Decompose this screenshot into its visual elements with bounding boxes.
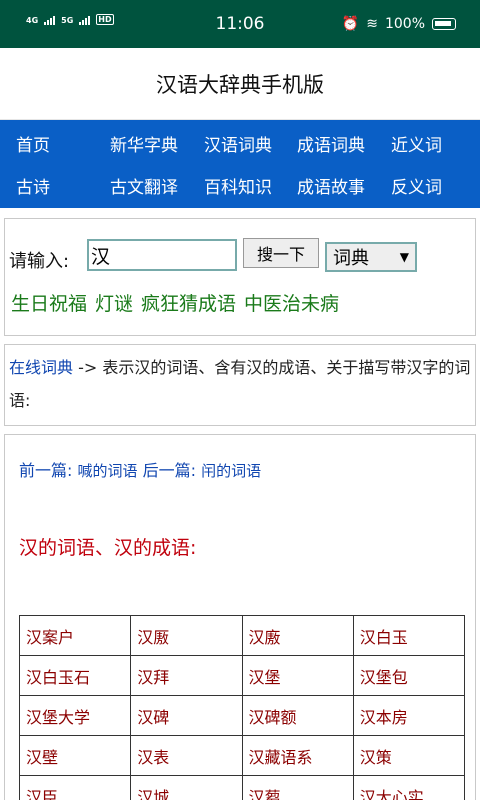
search-button[interactable]: 搜一下 <box>243 238 319 268</box>
content-panel: 前一篇: 喊的词语 后一篇: 闬的词语 汉的词语、汉的成语: 汉案户 汉厫 汉廒… <box>4 434 476 800</box>
quick-links: 生日祝福 灯谜 疯狂猜成语 中医治未病 <box>11 289 339 316</box>
info-text: -> 表示汉的词语、含有汉的成语、关于描写带汉字的词语: <box>9 358 471 410</box>
prev-label: 前一篇: <box>19 461 73 480</box>
battery-percent: 100% <box>384 16 425 32</box>
word-cell[interactable]: 汉臣 <box>18 775 132 800</box>
nav-poems[interactable]: 古诗 <box>16 173 50 198</box>
quick-link-birthday-wishes[interactable]: 生日祝福 <box>11 289 87 316</box>
word-cell[interactable]: 汉碑额 <box>241 695 354 736</box>
status-bar: 4G 5G HD 11:06 ⏰ ≋ 100% <box>0 0 480 48</box>
nav-row-1: 首页 新华字典 汉语词典 成语词典 近义词 <box>0 122 480 164</box>
word-cell[interactable]: 汉碑 <box>130 695 243 736</box>
section-title: 汉的词语、汉的成语: <box>19 537 197 559</box>
word-cell[interactable]: 汉藏语系 <box>241 735 354 776</box>
nav-idiom-stories[interactable]: 成语故事 <box>297 173 365 198</box>
dictionary-select[interactable]: 词典 ▼ <box>325 242 417 272</box>
nav-synonyms[interactable]: 近义词 <box>391 131 442 156</box>
info-panel: 在线词典 -> 表示汉的词语、含有汉的成语、关于描写带汉字的词语: <box>4 344 476 426</box>
nav-antonyms[interactable]: 反义词 <box>391 173 442 198</box>
nav-classical-translation[interactable]: 古文翻译 <box>110 173 178 198</box>
nav-encyclopedia[interactable]: 百科知识 <box>204 173 272 198</box>
word-cell[interactable]: 汉壁 <box>18 735 132 776</box>
word-cell[interactable]: 汉堡包 <box>352 655 466 696</box>
word-cell[interactable]: 汉堡大学 <box>18 695 132 736</box>
word-cell[interactable]: 汉白玉 <box>352 615 466 656</box>
search-label: 请输入: <box>9 251 70 272</box>
dropdown-arrow-icon: ▼ <box>399 250 409 264</box>
word-cell[interactable]: 汉本房 <box>352 695 466 736</box>
word-cell[interactable]: 汉廒 <box>241 615 354 656</box>
word-cell[interactable]: 汉拜 <box>130 655 243 696</box>
main-nav: 首页 新华字典 汉语词典 成语词典 近义词 古诗 古文翻译 百科知识 成语故事 … <box>0 120 480 208</box>
next-label: 后一篇: <box>142 461 197 480</box>
word-cell[interactable]: 汉蒭 <box>241 775 354 800</box>
quick-link-idiom-game[interactable]: 疯狂猜成语 <box>141 289 236 316</box>
battery-icon <box>432 18 456 30</box>
word-cell[interactable]: 汉案户 <box>18 615 132 656</box>
nav-row-2: 古诗 古文翻译 百科知识 成语故事 反义词 <box>0 164 480 206</box>
word-cell[interactable]: 汉表 <box>130 735 243 776</box>
nav-home[interactable]: 首页 <box>16 131 50 156</box>
online-dict-link[interactable]: 在线词典 <box>9 358 73 377</box>
quick-link-riddles[interactable]: 灯谜 <box>95 289 133 316</box>
next-article-link[interactable]: 闬的词语 <box>201 462 261 480</box>
word-cell[interactable]: 汉策 <box>352 735 466 776</box>
word-cell[interactable]: 汉大心实 <box>352 775 466 800</box>
nav-chinese-dict[interactable]: 汉语词典 <box>204 131 272 156</box>
nav-idiom-dict[interactable]: 成语词典 <box>297 131 365 156</box>
word-table: 汉案户 汉厫 汉廒 汉白玉 汉白玉石 汉拜 汉堡 汉堡包 汉堡大学 汉碑 汉碑额… <box>18 615 466 800</box>
quick-link-tcm[interactable]: 中医治未病 <box>244 289 339 316</box>
table-row: 汉案户 汉厫 汉廒 汉白玉 <box>18 615 466 656</box>
prev-next-nav: 前一篇: 喊的词语 后一篇: 闬的词语 <box>19 457 261 481</box>
word-cell[interactable]: 汉白玉石 <box>18 655 132 696</box>
wifi-icon: ≋ <box>366 16 378 32</box>
table-row: 汉堡大学 汉碑 汉碑额 汉本房 <box>18 695 466 736</box>
app-title: 汉语大辞典手机版 <box>0 48 480 120</box>
search-input[interactable] <box>87 239 237 271</box>
nav-xinhua-dict[interactable]: 新华字典 <box>110 131 178 156</box>
status-icons: ⏰ ≋ 100% <box>342 16 456 32</box>
prev-article-link[interactable]: 喊的词语 <box>78 462 138 480</box>
table-row: 汉臣 汉城 汉蒭 汉大心实 <box>18 775 466 800</box>
table-row: 汉白玉石 汉拜 汉堡 汉堡包 <box>18 655 466 696</box>
search-panel: 请输入: 搜一下 词典 ▼ 生日祝福 灯谜 疯狂猜成语 中医治未病 <box>4 218 476 336</box>
word-cell[interactable]: 汉堡 <box>241 655 354 696</box>
word-cell[interactable]: 汉厫 <box>130 615 243 656</box>
table-row: 汉壁 汉表 汉藏语系 汉策 <box>18 735 466 776</box>
alarm-icon: ⏰ <box>341 16 360 32</box>
word-cell[interactable]: 汉城 <box>130 775 243 800</box>
dictionary-select-value: 词典 <box>333 248 369 269</box>
